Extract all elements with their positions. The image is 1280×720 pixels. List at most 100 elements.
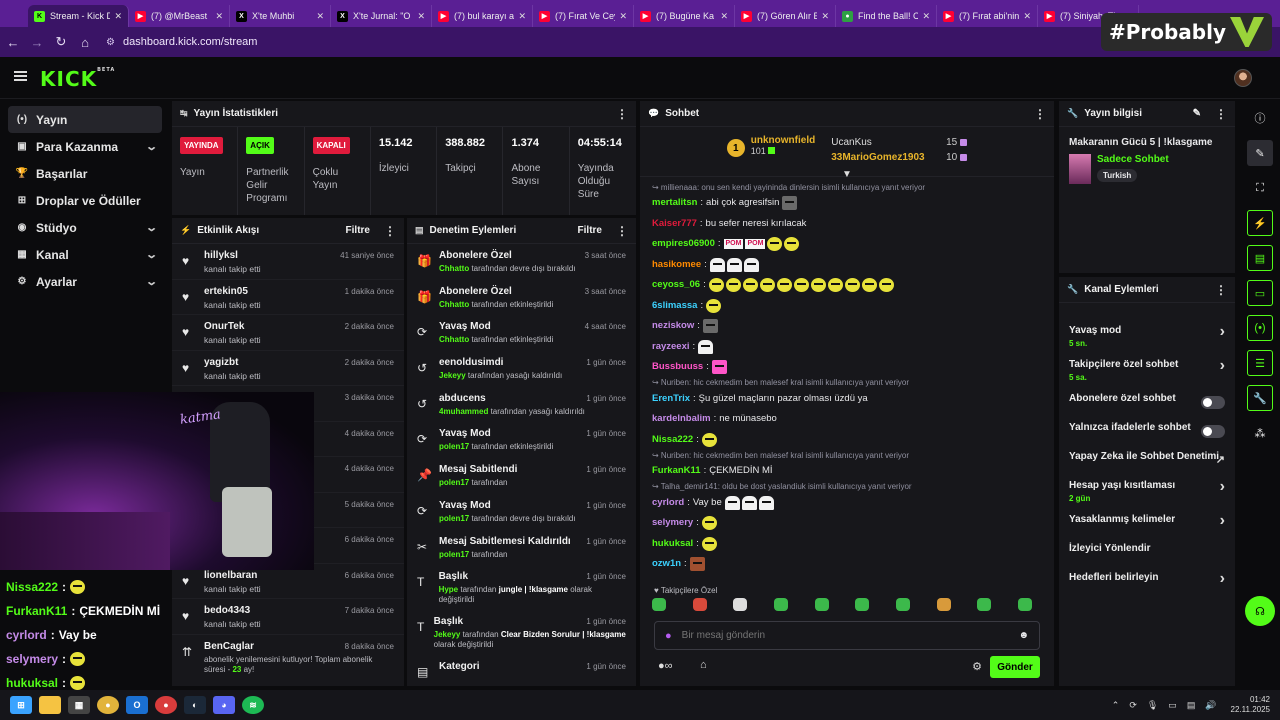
activity-user[interactable]: bedo4343 (204, 605, 261, 616)
chat-username[interactable]: Bussbuuss (652, 357, 703, 378)
sidebar-item[interactable]: ▦ Kanal ⌄ (0, 241, 170, 268)
sidebar-item[interactable]: ⊞ Droplar ve Ödüller (0, 187, 170, 214)
chat-username[interactable]: FurkanK11 (652, 461, 701, 482)
network-icon[interactable]: ▤ (1187, 700, 1196, 711)
moderator-name[interactable]: Jekeyy (439, 371, 466, 380)
emote-icon[interactable] (814, 598, 829, 611)
top-gifter-name[interactable]: unknownfield (751, 135, 815, 146)
microphone-icon[interactable]: ● (665, 630, 672, 642)
leader-name[interactable]: 33MarioGomez1903 (831, 152, 931, 163)
send-button[interactable]: Gönder (990, 656, 1040, 678)
activity-user[interactable]: yagizbt (204, 357, 261, 368)
hamburger-menu-icon[interactable] (14, 71, 27, 81)
chat-username[interactable]: empires06900 (652, 234, 715, 255)
edit-pencil-icon[interactable]: ✎ (1247, 140, 1273, 166)
more-options-icon[interactable]: ⋮ (1034, 107, 1046, 121)
edit-icon[interactable]: ✎ (1193, 108, 1201, 119)
category-link[interactable]: Sadece Sohbet (1097, 154, 1169, 165)
browser-tab[interactable]: ▶ (7) Bugüne Ka ✕ (634, 5, 735, 27)
activity-user[interactable]: ertekin05 (204, 286, 261, 297)
browser-tab[interactable]: ● Find the Ball! C ✕ (836, 5, 937, 27)
chat-username[interactable]: hukuksal (652, 534, 693, 555)
channel-action-item[interactable]: Abonelere özel sohbet (1059, 387, 1235, 416)
emote-icon[interactable] (977, 598, 992, 611)
moderator-name[interactable]: polen17 (439, 514, 469, 523)
tab-close-icon[interactable]: ✕ (619, 11, 627, 22)
emote-icon[interactable] (1017, 598, 1032, 611)
tab-close-icon[interactable]: ✕ (1023, 11, 1031, 22)
collapse-icon[interactable]: ▼ (640, 169, 1054, 180)
language-tag[interactable]: Turkish (1097, 169, 1138, 182)
toggle-switch[interactable] (1201, 425, 1225, 438)
browser-tab[interactable]: ▶ (7) bul karayı a ✕ (432, 5, 533, 27)
microphone-icon[interactable]: 🎙 (1147, 700, 1158, 711)
outlook-icon[interactable]: O (126, 696, 148, 714)
chat-username[interactable]: neziskow (652, 316, 694, 337)
tab-close-icon[interactable]: ✕ (821, 11, 829, 22)
chevron-right-icon[interactable]: › (1220, 357, 1225, 375)
sidebar-item[interactable]: ⚙ Ayarlar ⌄ (0, 268, 170, 295)
broadcast-icon[interactable]: (•) (1247, 315, 1273, 341)
tab-close-icon[interactable]: ✕ (114, 11, 122, 22)
store-icon[interactable]: ⌂ (700, 659, 707, 671)
emote-icon[interactable] (895, 598, 910, 611)
more-options-icon[interactable]: ⋮ (1215, 283, 1227, 297)
support-icon[interactable]: ☊ (1245, 596, 1275, 626)
layout-icon[interactable]: ☰ (1247, 350, 1273, 376)
channel-action-item[interactable]: Takipçilere özel sohbet 5 sa. › (1059, 353, 1235, 387)
chat-input-box[interactable]: ● ☻ (654, 621, 1040, 650)
more-options-icon[interactable]: ⋮ (1215, 107, 1227, 121)
browser-tab[interactable]: K Stream - Kick D ✕ (28, 5, 129, 27)
chevron-up-icon[interactable]: ⌃ (1112, 700, 1120, 711)
url-field[interactable]: ⚙ dashboard.kick.com/stream (106, 36, 257, 48)
tab-close-icon[interactable]: ✕ (922, 11, 930, 22)
tab-close-icon[interactable]: ✕ (518, 11, 526, 22)
browser-tab[interactable]: ▶ (7) Gören Alır B ✕ (735, 5, 836, 27)
windows-start-icon[interactable]: ⊞ (10, 696, 32, 714)
sidebar-item[interactable]: 🏆 Başarılar (0, 160, 170, 187)
sync-icon[interactable]: ⟳ (1129, 700, 1137, 711)
moderator-name[interactable]: Hype (439, 585, 459, 594)
category-thumbnail[interactable] (1069, 154, 1091, 184)
home-icon[interactable]: ⌂ (74, 35, 96, 50)
chevron-right-icon[interactable]: › (1220, 323, 1225, 341)
stream-video-preview[interactable]: katma (0, 392, 314, 570)
chat-settings-icon[interactable]: ⚙ (972, 660, 982, 673)
activity-user[interactable]: hillyksl (204, 250, 261, 261)
sidebar-item[interactable]: (•) Yayın (8, 106, 162, 133)
moderator-name[interactable]: Jekeyy (434, 630, 461, 639)
forward-icon[interactable]: → (26, 35, 48, 50)
external-link-icon[interactable]: ↗ (1216, 453, 1225, 466)
chrome-icon[interactable]: ● (97, 696, 119, 714)
steam-icon[interactable]: ◐ (184, 696, 206, 714)
emote-icon[interactable] (652, 598, 666, 611)
emote-icon[interactable] (855, 598, 870, 611)
chat-username[interactable]: ceyoss_06 (652, 275, 700, 296)
lightning-icon[interactable]: ⚡ (1247, 210, 1273, 236)
sidebar-item[interactable]: ▣ Para Kazanma ⌄ (0, 133, 170, 160)
info-icon[interactable]: ⓘ (1247, 105, 1273, 131)
browser-tab[interactable]: ▶ (7) Fırat Ve Ceyl ✕ (533, 5, 634, 27)
community-icon[interactable]: ●∞ (658, 660, 673, 672)
tab-close-icon[interactable]: ✕ (316, 11, 324, 22)
toggle-switch[interactable] (1201, 396, 1225, 409)
more-options-icon[interactable]: ⋮ (384, 224, 396, 238)
back-icon[interactable]: ← (2, 35, 24, 50)
moderator-name[interactable]: 4muhammed (439, 407, 488, 416)
browser-tab[interactable]: ▶ (7) Fırat abi'nin ✕ (937, 5, 1038, 27)
calculator-icon[interactable]: ▦ (68, 696, 90, 714)
spotify-icon[interactable]: ≋ (242, 696, 264, 714)
chevron-down-icon[interactable]: ⌄ (145, 221, 158, 234)
site-info-icon[interactable]: ⚙ (106, 37, 115, 48)
reload-icon[interactable]: ↻ (50, 34, 72, 50)
browser-tab[interactable]: ▶ (7) @MrBeast ✕ (129, 5, 230, 27)
chat-username[interactable]: selymery (652, 513, 693, 534)
activity-filter-button[interactable]: Filtre (346, 225, 370, 236)
more-options-icon[interactable]: ⋮ (616, 224, 628, 238)
browser-tab[interactable]: X X'te Jurnal: "O ✕ (331, 5, 432, 27)
chat-username[interactable]: 6slimassa (652, 296, 697, 317)
channel-action-item[interactable]: Hedefleri belirleyin › (1059, 566, 1235, 595)
emoji-icon[interactable]: ☻ (1018, 630, 1029, 641)
wrench-icon[interactable]: 🔧 (1247, 385, 1273, 411)
emote-icon[interactable] (692, 598, 707, 611)
